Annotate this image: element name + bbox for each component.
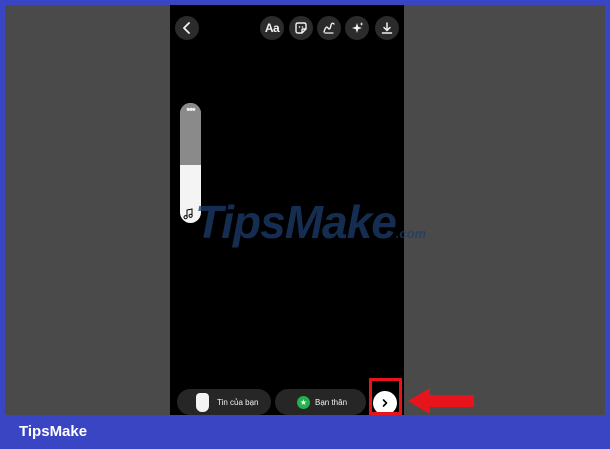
profile-avatar [196, 392, 209, 412]
watermark-suffix: .com [395, 226, 427, 241]
text-tool-button[interactable]: Aa [260, 16, 284, 40]
sticker-icon [295, 22, 307, 34]
back-button[interactable] [175, 16, 199, 40]
your-story-label: Tin của bạn [217, 397, 259, 407]
watermark-text: TipsMake [195, 196, 397, 248]
sticker-button[interactable] [289, 16, 313, 40]
draw-button[interactable] [317, 16, 341, 40]
close-friends-label: Bạn thân [315, 397, 348, 407]
back-icon [183, 22, 190, 34]
text-icon: Aa [264, 21, 280, 35]
draw-icon [323, 22, 335, 34]
your-story-button[interactable]: Tin của bạn [177, 389, 271, 415]
more-dots-icon: ••• [186, 104, 196, 116]
effects-button[interactable] [345, 16, 369, 40]
brand-name: TipsMake [19, 423, 88, 440]
watermark: TipsMake.com [195, 196, 435, 248]
close-friends-star-icon: ★ [297, 395, 310, 409]
left-backdrop [5, 5, 170, 415]
download-icon [381, 22, 393, 34]
music-note-icon [183, 208, 193, 220]
highlight-box [369, 378, 402, 415]
close-friends-button[interactable]: ★ Bạn thân [275, 389, 366, 415]
brand-banner: TipsMake [0, 415, 610, 449]
red-arrow-icon [408, 388, 474, 414]
download-button[interactable] [375, 16, 399, 40]
effects-icon [352, 22, 364, 33]
